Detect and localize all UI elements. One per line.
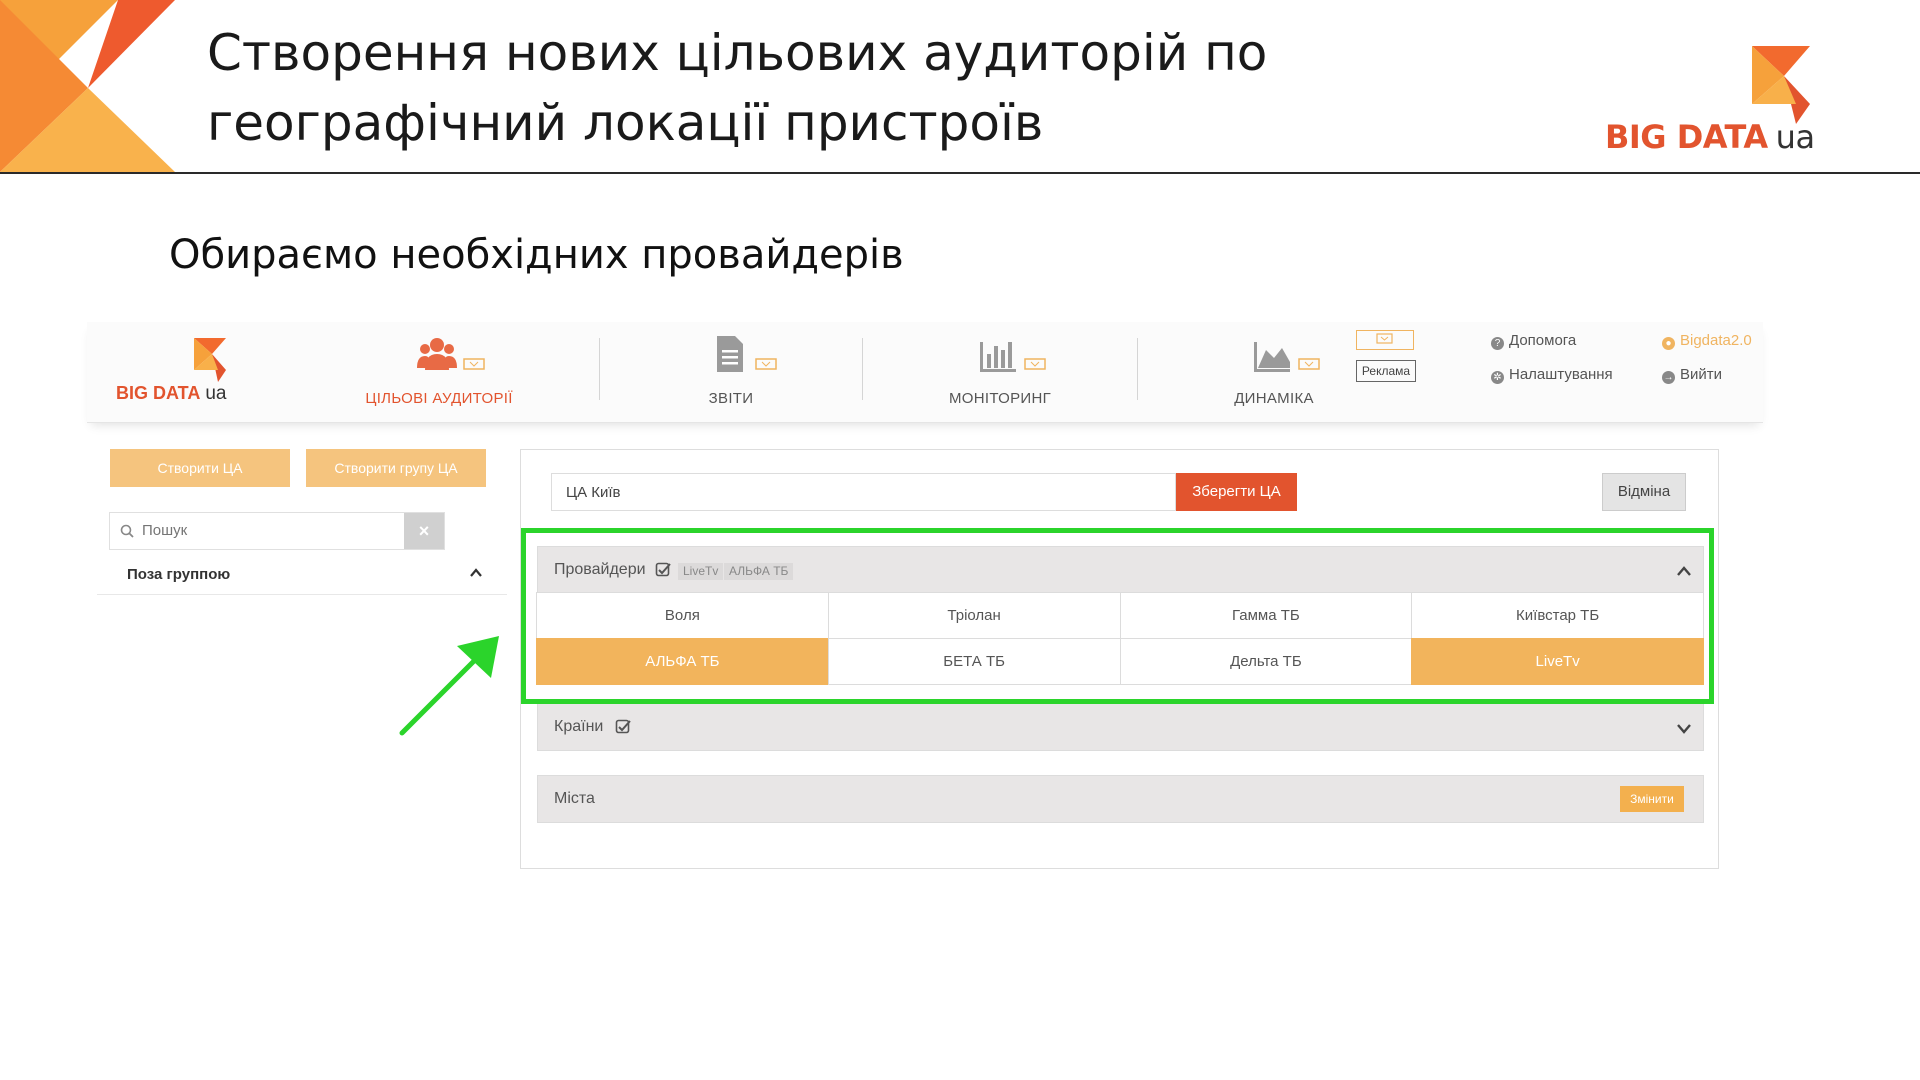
search-box: ×	[109, 512, 445, 550]
tv-icon	[1024, 358, 1046, 370]
providers-title: Провайдери	[554, 561, 646, 578]
help-label: Допомога	[1509, 332, 1577, 349]
app-top-bar: BIG DATA ua ЦІЛЬОВІ АУДИТОРІЇ ЗВІТИ МОНІ…	[87, 322, 1763, 423]
user-icon: ●	[1662, 337, 1675, 350]
tv-icon	[1298, 358, 1320, 370]
providers-grid: Воля Тріолан Гамма ТБ Київстар ТБ АЛЬФА ТБ БЕ…	[536, 592, 1704, 685]
app-logo[interactable]: BIG DATA ua	[116, 338, 266, 408]
search-input[interactable]	[140, 521, 394, 540]
change-cities-button[interactable]: Змінити	[1620, 786, 1684, 812]
nav-monitoring-label: МОНІТОРИНГ	[948, 390, 1052, 407]
search-clear-button[interactable]: ×	[404, 513, 444, 549]
nav-divider	[599, 338, 600, 400]
slide-title-line-1: Створення нових цільових аудиторій по	[207, 24, 1268, 82]
provider-tag: АЛЬФА ТБ	[724, 563, 794, 580]
countries-section-header[interactable]: Країни	[537, 703, 1704, 751]
group-row[interactable]: Поза группою	[97, 558, 507, 595]
nav-reports[interactable]: ЗВІТИ	[631, 332, 831, 414]
checkbox-checked-icon[interactable]	[655, 562, 671, 578]
slide-title-line-2: географічний локації пристроїв	[207, 94, 1044, 152]
provider-option[interactable]: Тріолан	[827, 592, 1121, 639]
providers-section-header[interactable]: Провайдери LiveTv АЛЬФА ТБ	[537, 546, 1704, 594]
logout-label: Вийти	[1680, 366, 1723, 383]
gear-icon: ✲	[1491, 371, 1504, 384]
nav-monitoring[interactable]: МОНІТОРИНГ	[900, 332, 1100, 414]
tv-icon	[463, 358, 485, 370]
create-audience-button[interactable]: Створити ЦА	[110, 449, 290, 487]
group-label: Поза группою	[127, 566, 231, 583]
nav-reports-label: ЗВІТИ	[708, 390, 754, 407]
nav-audiences-label: ЦІЛЬОВІ АУДИТОРІЇ	[365, 390, 513, 407]
brand-logo: BIG DATA ua	[1605, 46, 1835, 158]
slide-title: Створення нових цільових аудиторій по ге…	[207, 18, 1527, 158]
save-audience-button[interactable]: Зберегти ЦА	[1176, 473, 1297, 511]
nav-audiences[interactable]: ЦІЛЬОВІ АУДИТОРІЇ	[339, 332, 539, 414]
app-logo-suffix: ua	[205, 383, 227, 404]
countries-title: Країни	[554, 718, 604, 735]
app-logo-mark-icon	[194, 338, 226, 382]
create-group-button[interactable]: Створити групу ЦА	[306, 449, 486, 487]
provider-option[interactable]: АЛЬФА ТБ	[536, 638, 829, 685]
logout-link[interactable]: → Вийти	[1662, 366, 1722, 384]
settings-link[interactable]: ✲ Налаштування	[1491, 366, 1613, 384]
header-divider	[0, 172, 1920, 174]
users-icon	[417, 338, 457, 370]
nav-divider	[1137, 338, 1138, 400]
settings-label: Налаштування	[1509, 366, 1613, 383]
user-link[interactable]: ● Bigdata2.0	[1662, 332, 1752, 350]
cities-section-header[interactable]: Міста Змінити	[537, 775, 1704, 823]
slide-subtitle: Обираємо необхідних провайдерів	[169, 232, 904, 278]
green-arrow-icon	[399, 636, 499, 736]
chevron-up-icon[interactable]	[1676, 564, 1692, 578]
help-link[interactable]: ? Допомога	[1491, 332, 1576, 350]
provider-option[interactable]: Дельта ТБ	[1119, 638, 1413, 685]
question-icon: ?	[1491, 337, 1504, 350]
user-label: Bigdata2.0	[1680, 332, 1752, 349]
audience-editor-card: Зберегти ЦА Відміна Провайдери LiveTv АЛ…	[520, 449, 1719, 869]
audience-name-input[interactable]	[551, 473, 1176, 511]
chevron-up-icon[interactable]	[469, 566, 483, 580]
provider-option[interactable]: Київстар ТБ	[1411, 592, 1704, 639]
provider-option[interactable]: LiveTv	[1411, 638, 1704, 685]
nav-ads[interactable]: Реклама	[1356, 330, 1416, 390]
nav-ads-label: Реклама	[1356, 360, 1416, 382]
app-logo-name: BIG DATA	[116, 383, 201, 403]
provider-tag: LiveTv	[678, 563, 724, 580]
search-icon	[120, 524, 134, 538]
document-icon	[717, 336, 743, 372]
ads-tv-icon	[1356, 330, 1414, 350]
area-chart-icon	[1254, 342, 1290, 372]
provider-option[interactable]: Воля	[536, 592, 829, 639]
bar-chart-icon	[980, 342, 1016, 372]
nav-dynamics-label: ДИНАМІКА	[1234, 390, 1314, 407]
app-screenshot: BIG DATA ua ЦІЛЬОВІ АУДИТОРІЇ ЗВІТИ МОНІ…	[87, 322, 1763, 882]
chevron-down-icon[interactable]	[1676, 721, 1692, 735]
nav-divider	[862, 338, 863, 400]
provider-option[interactable]: БЕТА ТБ	[827, 638, 1121, 685]
logout-icon: →	[1662, 371, 1675, 384]
corner-decoration	[0, 0, 175, 172]
brand-name: BIG DATA	[1605, 118, 1768, 156]
cities-title: Міста	[554, 790, 595, 807]
tv-icon	[755, 358, 777, 370]
brand-suffix: ua	[1775, 118, 1815, 156]
nav-dynamics[interactable]: ДИНАМІКА	[1174, 332, 1374, 414]
checkbox-checked-icon[interactable]	[615, 719, 631, 735]
cancel-button[interactable]: Відміна	[1602, 473, 1686, 511]
brand-wordmark: BIG DATA ua	[1605, 118, 1815, 156]
app-logo-wordmark: BIG DATA ua	[116, 383, 226, 405]
brand-mark-icon	[1752, 46, 1810, 124]
provider-option[interactable]: Гамма ТБ	[1119, 592, 1413, 639]
